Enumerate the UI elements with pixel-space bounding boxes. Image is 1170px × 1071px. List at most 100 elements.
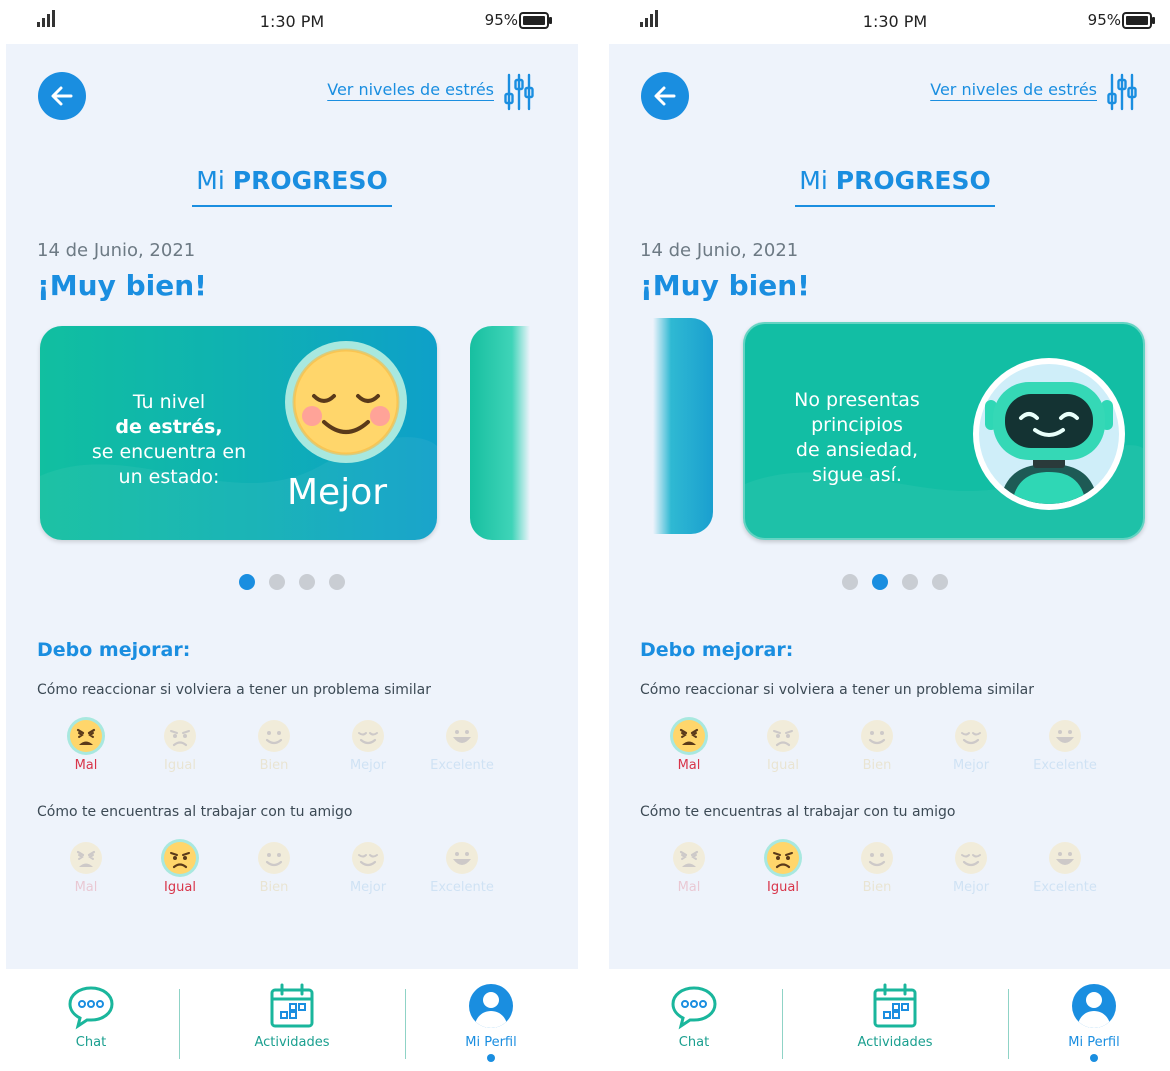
profile-icon	[1072, 984, 1116, 1028]
mood-label-bien: Bien	[862, 880, 892, 895]
mood-igual[interactable]: Igual	[135, 716, 225, 776]
nav-mi-perfil[interactable]: Mi Perfil	[1034, 981, 1154, 1062]
mood-row-2: Mal Igual Bien Mejor Excelente	[41, 838, 521, 898]
sliders-icon[interactable]	[1107, 72, 1137, 112]
carousel-dot-1[interactable]	[842, 574, 858, 590]
mood-label-igual: Igual	[767, 880, 799, 895]
mood-mejor[interactable]: Mejor	[323, 838, 413, 898]
mood-excelente[interactable]: Excelente	[1020, 838, 1110, 898]
mood-label-bien: Bien	[259, 758, 289, 773]
mood-bien[interactable]: Bien	[229, 838, 319, 898]
mood-label-excelente: Excelente	[1033, 758, 1097, 773]
mood-mejor[interactable]: Mejor	[323, 716, 413, 776]
mood-mejor[interactable]: Mejor	[926, 838, 1016, 898]
stress-card-line1: Tu nivel	[132, 391, 206, 413]
anxiety-card-line1: No presentas	[794, 389, 920, 411]
mood-label-excelente: Excelente	[1033, 880, 1097, 895]
content-face-icon	[955, 720, 987, 752]
page-title-light: Mi	[799, 166, 828, 195]
mood-mal[interactable]: Mal	[644, 716, 734, 776]
slight-smile-face-icon	[258, 720, 290, 752]
status-bar: 1:30 PM 95%	[6, 0, 578, 44]
content-face-icon	[352, 720, 384, 752]
mood-mal[interactable]: Mal	[644, 838, 734, 898]
carousel-dot-4[interactable]	[932, 574, 948, 590]
arrow-left-icon	[51, 86, 73, 106]
mood-label-mejor: Mejor	[952, 880, 990, 895]
view-stress-levels-link[interactable]: Ver niveles de estrés	[930, 80, 1097, 99]
anxiety-card-line4: sigue así.	[812, 464, 902, 486]
nav-mi-perfil-label: Mi Perfil	[465, 1035, 517, 1050]
question-2: Cómo te encuentras al trabajar con tu am…	[37, 804, 353, 820]
nav-divider	[405, 989, 406, 1059]
mood-igual[interactable]: Igual	[738, 716, 828, 776]
bottom-nav: Chat Actividades Mi Perfil	[609, 969, 1170, 1071]
battery-icon	[519, 12, 552, 29]
carousel-dot-3[interactable]	[902, 574, 918, 590]
stress-level-card[interactable]: Tu nivel de estrés, se encuentra en un e…	[40, 326, 437, 540]
status-bar: 1:30 PM 95%	[609, 0, 1170, 44]
mood-bien[interactable]: Bien	[832, 716, 922, 776]
mood-mal[interactable]: Mal	[41, 716, 131, 776]
previous-card-peek[interactable]	[653, 318, 713, 534]
carousel-dot-3[interactable]	[299, 574, 315, 590]
carousel-dots	[6, 574, 578, 590]
slight-smile-face-icon	[861, 842, 893, 874]
mood-bien[interactable]: Bien	[832, 838, 922, 898]
grinning-face-icon	[446, 842, 478, 874]
nav-divider	[782, 989, 783, 1059]
smiling-emoji-icon	[285, 341, 407, 463]
mood-label-excelente: Excelente	[430, 880, 494, 895]
carousel-dot-2[interactable]	[872, 574, 888, 590]
robot-icon	[973, 358, 1125, 510]
mood-label-mejor: Mejor	[349, 880, 387, 895]
sliders-icon[interactable]	[504, 72, 534, 112]
angry-face-icon	[673, 842, 705, 874]
mood-row-2: Mal Igual Bien Mejor Excelente	[644, 838, 1124, 898]
angry-face-icon	[70, 842, 102, 874]
mood-label-igual: Igual	[164, 880, 196, 895]
carousel-dot-2[interactable]	[269, 574, 285, 590]
bottom-nav: Chat Actividades Mi Perfil	[6, 969, 578, 1071]
nav-mi-perfil[interactable]: Mi Perfil	[431, 981, 551, 1062]
carousel-dot-4[interactable]	[329, 574, 345, 590]
angry-face-icon	[670, 717, 708, 755]
page-title-bold: PROGRESO	[835, 166, 991, 195]
nav-actividades-label: Actividades	[857, 1035, 933, 1050]
mood-excelente[interactable]: Excelente	[1020, 716, 1110, 776]
anxiety-card-line2: principios	[811, 414, 903, 436]
nav-divider	[179, 989, 180, 1059]
mood-label-mal: Mal	[74, 758, 98, 773]
nav-chat[interactable]: Chat	[31, 981, 151, 1050]
nav-active-indicator	[1090, 1054, 1098, 1062]
page-title-wrap: Mi PROGRESO	[609, 166, 1170, 207]
mood-label-mejor: Mejor	[349, 758, 387, 773]
mood-igual[interactable]: Igual	[135, 838, 225, 898]
view-stress-levels-link[interactable]: Ver niveles de estrés	[327, 80, 494, 99]
content-face-icon	[352, 842, 384, 874]
profile-icon	[469, 984, 513, 1028]
nav-actividades[interactable]: Actividades	[835, 981, 955, 1050]
calendar-icon	[873, 983, 917, 1028]
mood-row-1: Mal Igual Bien Mejor Excelente	[41, 716, 521, 776]
page-title-bold: PROGRESO	[232, 166, 388, 195]
next-card-peek[interactable]	[470, 326, 530, 540]
arrow-left-icon	[654, 86, 676, 106]
mood-excelente[interactable]: Excelente	[417, 716, 507, 776]
mood-mal[interactable]: Mal	[41, 838, 131, 898]
mood-bien[interactable]: Bien	[229, 716, 319, 776]
mood-mejor[interactable]: Mejor	[926, 716, 1016, 776]
nav-actividades[interactable]: Actividades	[232, 981, 352, 1050]
frowning-face-icon	[767, 720, 799, 752]
back-button[interactable]	[641, 72, 689, 120]
nav-chat[interactable]: Chat	[634, 981, 754, 1050]
carousel-dot-1[interactable]	[239, 574, 255, 590]
improve-section-title: Debo mejorar:	[37, 639, 191, 661]
mood-label-mal: Mal	[677, 758, 701, 773]
back-button[interactable]	[38, 72, 86, 120]
anxiety-card[interactable]: No presentas principios de ansiedad, sig…	[743, 322, 1145, 540]
mood-igual[interactable]: Igual	[738, 838, 828, 898]
mood-excelente[interactable]: Excelente	[417, 838, 507, 898]
anxiety-card-line3: de ansiedad,	[795, 439, 919, 461]
mood-label-bien: Bien	[259, 880, 289, 895]
